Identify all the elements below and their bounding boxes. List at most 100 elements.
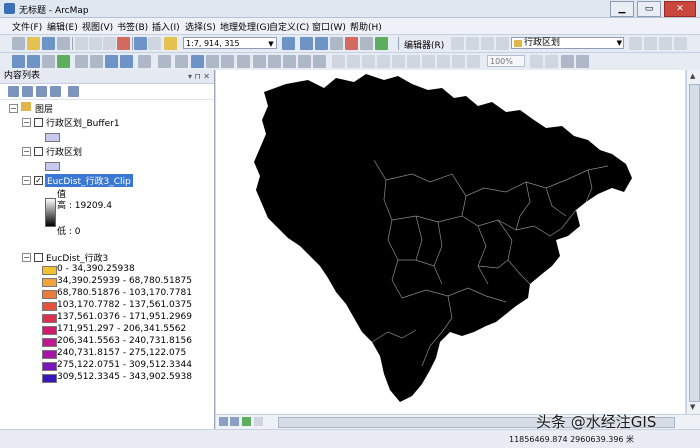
layer-symbol-swatch[interactable] <box>45 133 60 142</box>
class-swatch[interactable] <box>42 290 57 299</box>
print-icon[interactable] <box>57 37 70 50</box>
editor-toolbar-icon[interactable] <box>282 37 295 50</box>
arctoolbox-icon[interactable] <box>345 37 358 50</box>
table-of-contents-icon[interactable] <box>300 37 313 50</box>
layer-visibility-checkbox[interactable] <box>34 147 43 156</box>
go-back-icon[interactable] <box>105 55 118 68</box>
collapse-icon[interactable]: − <box>22 147 31 156</box>
layer-visibility-checkbox[interactable]: ✓ <box>34 176 43 185</box>
collapse-icon[interactable]: − <box>9 104 18 113</box>
layout-forward-icon[interactable] <box>452 55 465 68</box>
zoom-whole-page-icon[interactable] <box>377 55 390 68</box>
map-vertical-scrollbar[interactable]: ▲ ▼ <box>686 70 700 414</box>
collapse-icon[interactable]: − <box>22 253 31 262</box>
layout-fixed-zoom-out-icon[interactable] <box>422 55 435 68</box>
refresh-icon[interactable] <box>242 417 251 426</box>
minimize-button[interactable]: ▁ <box>610 1 634 17</box>
class-swatch[interactable] <box>42 338 57 347</box>
layout-fixed-zoom-in-icon[interactable] <box>407 55 420 68</box>
select-elements-icon[interactable] <box>175 55 188 68</box>
hyperlink-icon[interactable] <box>206 55 219 68</box>
undo-icon[interactable] <box>134 37 147 50</box>
identify-icon[interactable] <box>191 55 204 68</box>
menu-edit[interactable]: 编辑(E) <box>47 20 78 33</box>
go-to-xy-icon[interactable] <box>283 55 296 68</box>
straight-segment-icon[interactable] <box>481 37 494 50</box>
catalog-icon[interactable] <box>315 37 328 50</box>
layer-name[interactable]: EucDist_行政3 <box>46 251 108 264</box>
add-data-icon[interactable] <box>164 37 177 50</box>
paste-icon[interactable] <box>103 37 116 50</box>
time-slider-icon[interactable] <box>298 55 311 68</box>
data-driven-pages-icon[interactable] <box>561 55 574 68</box>
list-by-drawing-order-icon[interactable] <box>8 86 19 97</box>
georeferencing-icon[interactable] <box>576 55 589 68</box>
maximize-button[interactable]: ▭ <box>637 1 661 17</box>
data-view-icon[interactable] <box>219 417 228 426</box>
class-swatch[interactable] <box>42 374 57 383</box>
sketch-properties-icon[interactable] <box>629 37 642 50</box>
menu-help[interactable]: 帮助(H) <box>350 20 382 33</box>
search-window-icon[interactable] <box>330 37 343 50</box>
list-by-selection-icon[interactable] <box>50 86 61 97</box>
list-by-visibility-icon[interactable] <box>36 86 47 97</box>
pan-icon[interactable] <box>42 55 55 68</box>
focus-data-frame-icon[interactable] <box>530 55 543 68</box>
scroll-up-icon[interactable]: ▲ <box>690 72 695 80</box>
chevron-down-icon[interactable]: ▼ <box>617 38 622 49</box>
create-features-icon[interactable] <box>659 37 672 50</box>
layout-zoom-out-icon[interactable] <box>347 55 360 68</box>
find-route-icon[interactable] <box>268 55 281 68</box>
full-extent-icon[interactable] <box>57 55 70 68</box>
menu-customize[interactable]: 自定义(C) <box>269 20 309 33</box>
layout-zoom-percent[interactable]: 100% <box>487 55 525 67</box>
menu-file[interactable]: 文件(F) <box>12 20 42 33</box>
save-icon[interactable] <box>42 37 55 50</box>
close-button[interactable]: ✕ <box>664 1 696 17</box>
menu-windows[interactable]: 窗口(W) <box>312 20 346 33</box>
class-swatch[interactable] <box>42 326 57 335</box>
measure-icon[interactable] <box>237 55 250 68</box>
class-swatch[interactable] <box>42 362 57 371</box>
class-swatch[interactable] <box>42 278 57 287</box>
layer-visibility-checkbox[interactable] <box>34 118 43 127</box>
copy-icon[interactable] <box>89 37 102 50</box>
fixed-zoom-out-icon[interactable] <box>90 55 103 68</box>
layer-visibility-checkbox[interactable] <box>34 253 43 262</box>
go-forward-icon[interactable] <box>120 55 133 68</box>
root-group-label[interactable]: 图层 <box>35 102 53 115</box>
toc-pin-close-controls[interactable]: ▾ ⊓ ✕ <box>188 70 210 83</box>
class-swatch[interactable] <box>42 302 57 311</box>
delete-icon[interactable] <box>117 37 130 50</box>
class-swatch[interactable] <box>42 266 57 275</box>
menu-insert[interactable]: 插入(I) <box>152 20 180 33</box>
toggle-draft-icon[interactable] <box>467 55 480 68</box>
cut-icon[interactable] <box>75 37 88 50</box>
zoom-in-icon[interactable] <box>12 55 25 68</box>
editor-menu[interactable]: 编辑器(R) <box>404 38 444 51</box>
edit-annotation-icon[interactable] <box>466 37 479 50</box>
layout-zoom-in-icon[interactable] <box>332 55 345 68</box>
html-popup-icon[interactable] <box>221 55 234 68</box>
fixed-zoom-in-icon[interactable] <box>75 55 88 68</box>
class-swatch[interactable] <box>42 314 57 323</box>
open-icon[interactable] <box>27 37 40 50</box>
layer-name[interactable]: 行政区划_Buffer1 <box>46 116 120 129</box>
python-icon[interactable] <box>360 37 373 50</box>
scrollbar-thumb[interactable] <box>689 84 700 402</box>
list-by-source-icon[interactable] <box>22 86 33 97</box>
menu-selection[interactable]: 选择(S) <box>185 20 216 33</box>
edit-tool-icon[interactable] <box>451 37 464 50</box>
menu-bookmarks[interactable]: 书签(B) <box>117 20 148 33</box>
collapse-icon[interactable]: − <box>22 176 31 185</box>
layer-symbol-swatch[interactable] <box>45 162 60 171</box>
redo-icon[interactable] <box>148 37 161 50</box>
select-by-rectangle-icon[interactable] <box>138 55 151 68</box>
chevron-down-icon[interactable]: ▼ <box>266 38 276 48</box>
class-swatch[interactable] <box>42 350 57 359</box>
map-scale-input[interactable]: 1:7, 914, 315 ▼ <box>183 37 277 49</box>
menu-view[interactable]: 视图(V) <box>82 20 113 33</box>
new-icon[interactable] <box>12 37 25 50</box>
menu-geoprocessing[interactable]: 地理处理(G) <box>220 20 270 33</box>
map-display[interactable] <box>216 70 685 414</box>
